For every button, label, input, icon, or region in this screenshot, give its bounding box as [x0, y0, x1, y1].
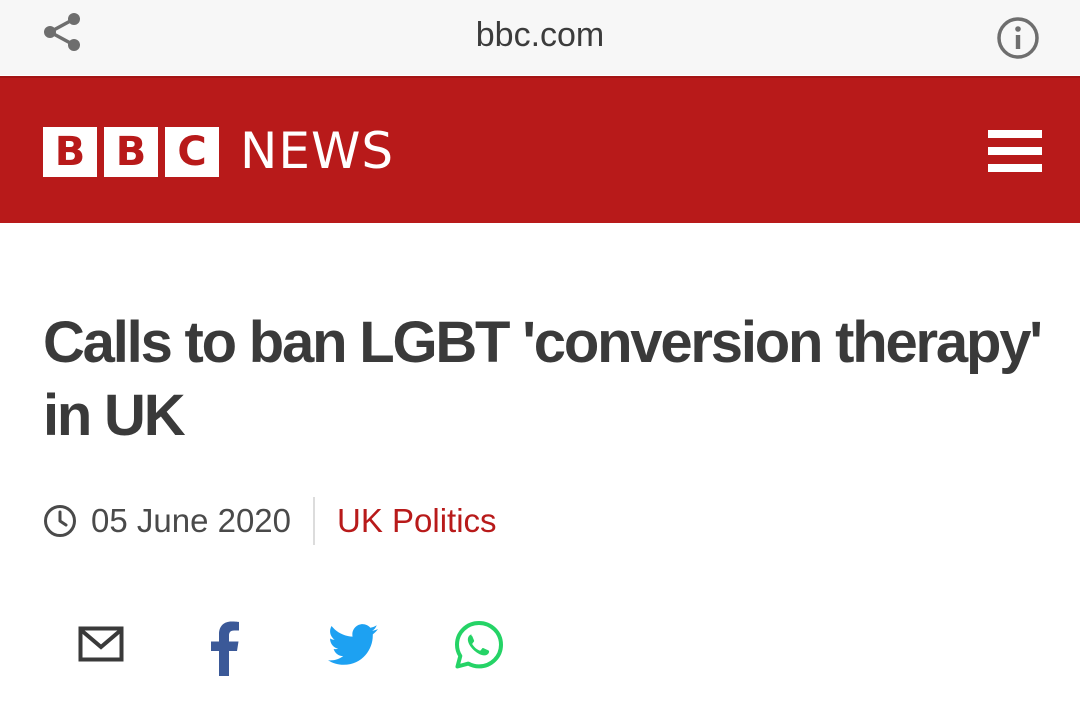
browser-url-bar: bbc.com	[0, 0, 1080, 75]
bbc-logo-block: B	[104, 127, 158, 177]
share-tools	[0, 610, 1080, 680]
article-meta: 05 June 2020 UK Politics	[43, 496, 497, 546]
whatsapp-icon[interactable]	[454, 620, 504, 670]
menu-bar	[988, 130, 1042, 138]
menu-bar	[988, 164, 1042, 172]
bbc-logo-block: B	[43, 127, 97, 177]
twitter-icon[interactable]	[328, 624, 378, 666]
hamburger-menu-icon[interactable]	[988, 130, 1042, 172]
section-link[interactable]: UK Politics	[337, 502, 497, 540]
bbc-logo[interactable]: B B C	[43, 127, 219, 177]
info-icon[interactable]	[996, 16, 1040, 60]
facebook-icon[interactable]	[210, 620, 240, 676]
bbc-logo-block: C	[165, 127, 219, 177]
url-domain[interactable]: bbc.com	[0, 0, 1080, 75]
email-icon[interactable]	[78, 626, 124, 662]
menu-bar	[988, 147, 1042, 155]
publish-date: 05 June 2020	[91, 502, 292, 539]
meta-divider	[313, 497, 316, 545]
article-headline: Calls to ban LGBT 'conversion therapy' i…	[43, 310, 1043, 448]
news-wordmark[interactable]: NEWS	[240, 122, 394, 180]
clock-icon	[44, 505, 76, 537]
bbc-news-masthead: B B C NEWS	[0, 76, 1080, 223]
